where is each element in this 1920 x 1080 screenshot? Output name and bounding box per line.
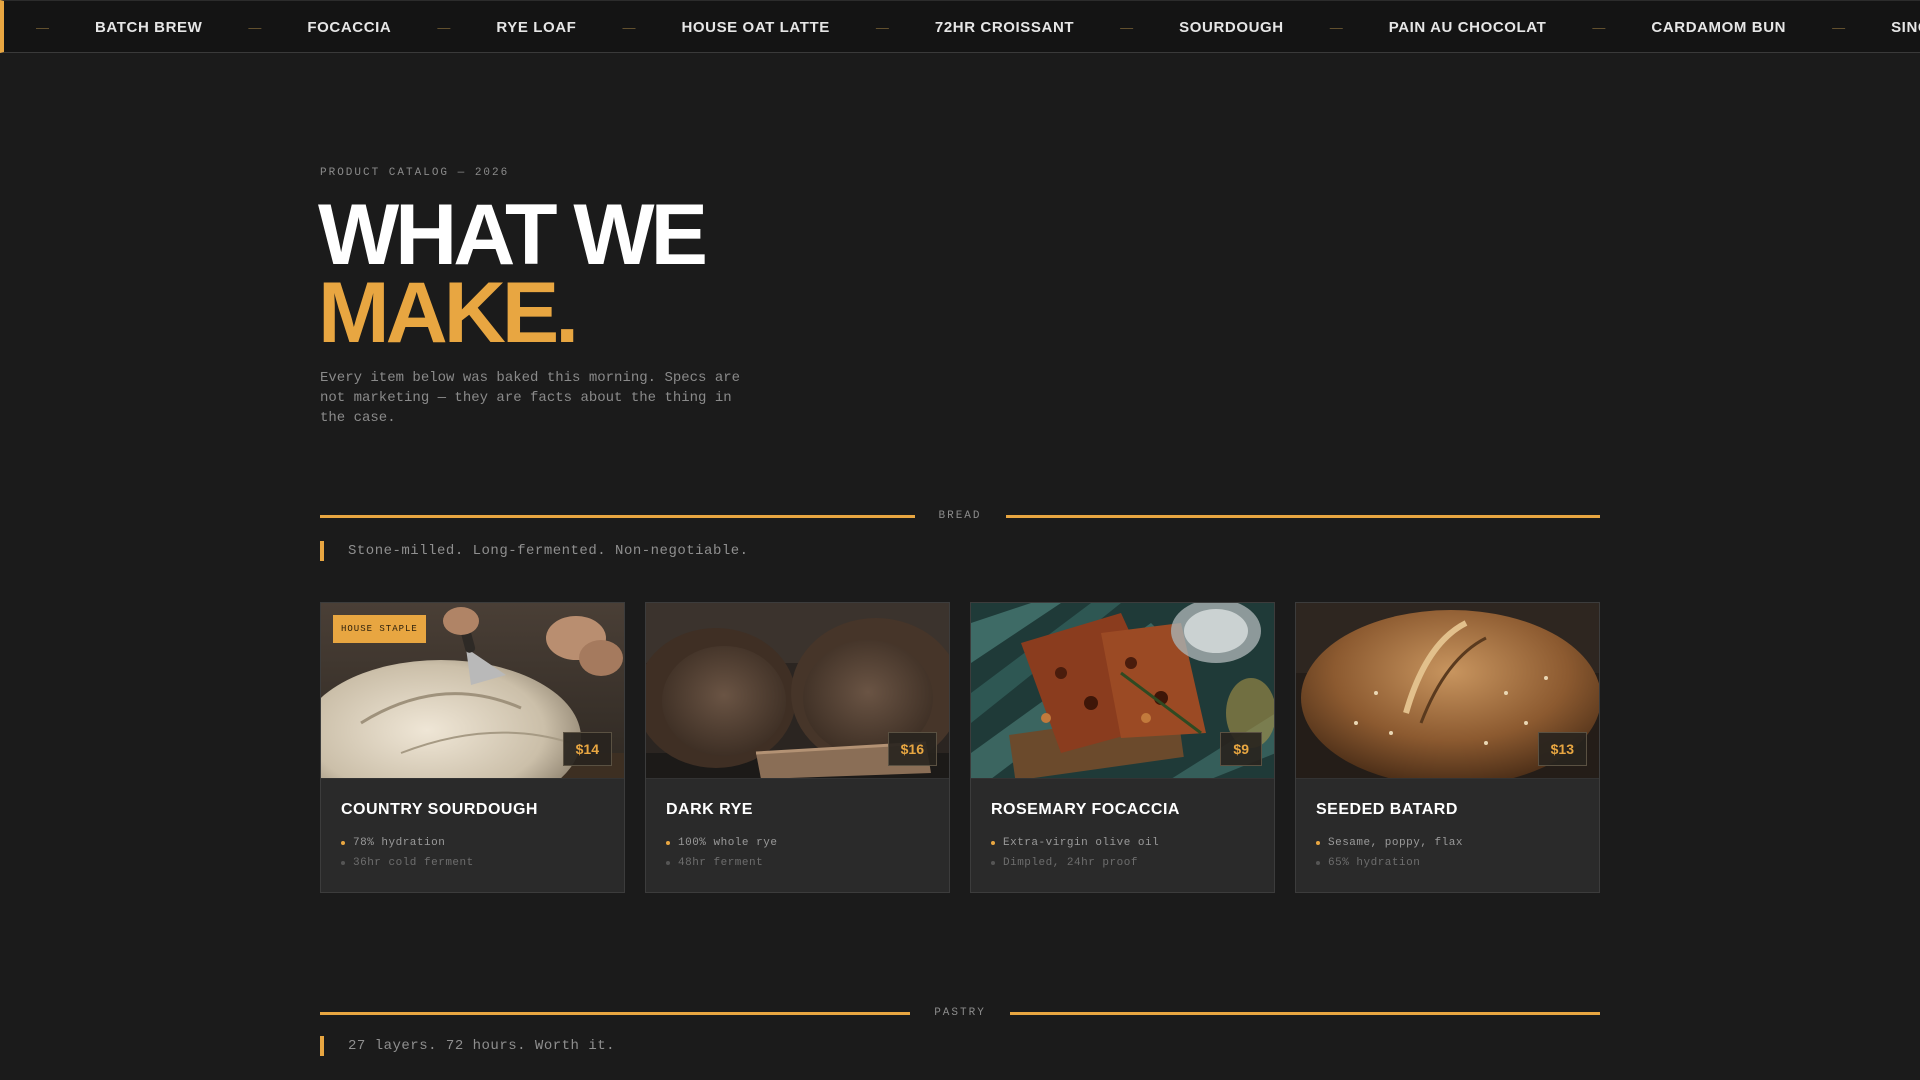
marquee-separator: — <box>437 20 451 35</box>
section-label: PASTRY <box>934 1007 986 1019</box>
marquee-item: SOURDOUGH <box>1179 19 1284 36</box>
marquee-separator: — <box>36 20 49 35</box>
price-tag: $14 <box>562 732 612 766</box>
product-card[interactable]: $13 SEEDED BATARD Sesame, poppy, flax 65… <box>1295 602 1600 893</box>
product-image-country-sourdough: HOUSE STAPLE $14 <box>321 603 624 779</box>
price-tag: $9 <box>1220 732 1262 766</box>
marquee-item: CARDAMOM BUN <box>1651 19 1787 36</box>
marquee-separator: — <box>1120 20 1134 35</box>
bullet-dot-icon <box>341 841 345 845</box>
bullet-dot-icon <box>666 861 670 865</box>
marquee-separator: — <box>1592 20 1606 35</box>
product-image-seeded-batard: $13 <box>1296 603 1599 779</box>
section-tagline-bread: Stone-milled. Long-fermented. Non-negoti… <box>320 541 749 561</box>
product-card[interactable]: HOUSE STAPLE $14 COUNTRY SOURDOUGH 78% h… <box>320 602 625 893</box>
product-spec: 36hr cold ferment <box>341 853 604 873</box>
product-spec: 48hr ferment <box>666 853 929 873</box>
marquee-separator: — <box>1329 20 1343 35</box>
product-spec: Dimpled, 24hr proof <box>991 853 1254 873</box>
page-title-line-2: MAKE. <box>318 265 579 361</box>
bullet-dot-icon <box>991 841 995 845</box>
marquee-item: BATCH BREW <box>95 19 203 36</box>
product-image-dark-rye: $16 <box>646 603 949 779</box>
product-spec: 78% hydration <box>341 833 604 853</box>
product-card[interactable]: $9 ROSEMARY FOCACCIA Extra-virgin olive … <box>970 602 1275 893</box>
house-staple-badge: HOUSE STAPLE <box>333 615 426 643</box>
product-spec: Extra-virgin olive oil <box>991 833 1254 853</box>
marquee-separator: — <box>1832 20 1846 35</box>
product-marquee: — BATCH BREW — FOCACCIA — RYE LOAF — HOU… <box>0 0 1920 53</box>
bullet-dot-icon <box>666 841 670 845</box>
bullet-dot-icon <box>1316 861 1320 865</box>
product-name: SEEDED BATARD <box>1316 801 1458 818</box>
marquee-item: SINGLE-OI <box>1891 19 1920 36</box>
marquee-separator: — <box>248 20 262 35</box>
product-name: ROSEMARY FOCACCIA <box>991 801 1180 818</box>
product-card[interactable]: $16 DARK RYE 100% whole rye 48hr ferment <box>645 602 950 893</box>
product-image-rosemary-focaccia: $9 <box>971 603 1274 779</box>
section-rule <box>1005 514 1601 518</box>
product-grid-bread: HOUSE STAPLE $14 COUNTRY SOURDOUGH 78% h… <box>320 602 1600 893</box>
section-rule <box>320 514 915 518</box>
marquee-item: FOCACCIA <box>307 19 392 36</box>
marquee-item: HOUSE OAT LATTE <box>681 19 830 36</box>
bullet-dot-icon <box>341 861 345 865</box>
marquee-separator: — <box>622 20 636 35</box>
hero-description: Every item below was baked this morning.… <box>320 370 741 426</box>
product-spec: 100% whole rye <box>666 833 929 853</box>
catalog-eyebrow: PRODUCT CATALOG — 2026 <box>320 167 510 179</box>
page-title: WHAT WE MAKE. <box>318 187 708 361</box>
section-tagline-pastry: 27 layers. 72 hours. Worth it. <box>320 1036 615 1056</box>
section-header-bread: BREAD <box>320 508 1601 524</box>
product-spec: 65% hydration <box>1316 853 1579 873</box>
section-rule <box>1009 1011 1601 1015</box>
price-tag: $13 <box>1537 732 1587 766</box>
marquee-item: PAIN AU CHOCOLAT <box>1388 19 1547 36</box>
bullet-dot-icon <box>991 861 995 865</box>
product-spec: Sesame, poppy, flax <box>1316 833 1579 853</box>
marquee-track: — BATCH BREW — FOCACCIA — RYE LOAF — HOU… <box>36 1 1920 52</box>
page-title-line-1: WHAT WE <box>318 187 708 283</box>
marquee-separator: — <box>875 20 889 35</box>
product-name: COUNTRY SOURDOUGH <box>341 801 538 818</box>
section-rule <box>320 1011 911 1015</box>
product-name: DARK RYE <box>666 801 753 818</box>
section-label: BREAD <box>938 510 982 522</box>
price-tag: $16 <box>887 732 937 766</box>
marquee-item: 72HR CROISSANT <box>934 19 1075 36</box>
bullet-dot-icon <box>1316 841 1320 845</box>
marquee-item: RYE LOAF <box>496 19 577 36</box>
section-header-pastry: PASTRY <box>320 1005 1601 1021</box>
